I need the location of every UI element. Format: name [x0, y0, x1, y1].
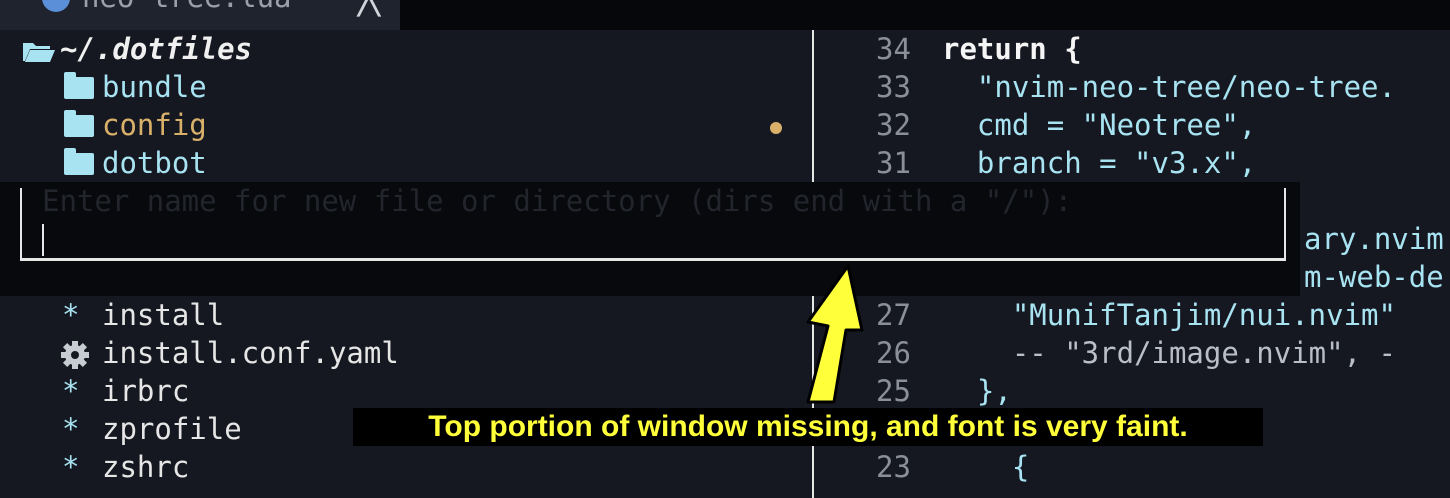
tree-file-label: install.conf.yaml [102, 336, 399, 370]
line-number: 26 [876, 336, 911, 370]
tab-bar: neo-tree.lua ╳ [0, 0, 1450, 30]
code-line: "nvim-neo-tree/neo-tree. [942, 70, 1396, 104]
code-line: branch = "v3.x", [942, 146, 1257, 180]
tree-dir-label: dotbot [102, 146, 207, 180]
tree-file-install[interactable]: * install [0, 296, 800, 334]
tab-neo-tree-lua[interactable]: neo-tree.lua ╳ [0, 0, 400, 30]
code-line: }, [942, 374, 1012, 408]
code-line: return { [942, 32, 1082, 66]
line-number: 25 [876, 374, 911, 408]
code-line: { [942, 450, 1030, 484]
line-number: 32 [876, 108, 911, 142]
lua-file-icon [42, 0, 70, 12]
file-star-icon: * [62, 412, 80, 446]
tree-file-zshrc[interactable]: * zshrc [0, 448, 800, 486]
tree-root-row[interactable]: ~/.dotfiles [0, 30, 800, 68]
file-star-icon: * [62, 298, 80, 332]
tree-file-label: install [102, 298, 225, 332]
new-file-popup: Enter name for new file or directory (di… [0, 182, 1300, 296]
tree-dir-dotbot[interactable]: dotbot [0, 144, 800, 182]
line-number: 31 [876, 146, 911, 180]
text-cursor [42, 224, 44, 256]
tree-file-irbrc[interactable]: * irbrc [0, 372, 800, 410]
tree-file-install-conf[interactable]: install.conf.yaml [0, 334, 800, 372]
line-number: 34 [876, 32, 911, 66]
code-line: -- "3rd/image.nvim", - [942, 336, 1396, 370]
folder-icon [64, 72, 94, 99]
tree-root-label: ~/.dotfiles [60, 32, 253, 66]
line-number: 27 [876, 298, 911, 332]
code-line: m-web-de [1304, 260, 1444, 294]
line-number: 23 [876, 450, 911, 484]
new-file-name-input[interactable] [20, 188, 1286, 261]
git-modified-indicator [770, 122, 782, 134]
code-line: cmd = "Neotree", [942, 108, 1257, 142]
tree-file-label: zprofile [102, 412, 242, 446]
tree-dir-config[interactable]: config [0, 106, 800, 144]
code-line: ary.nvim [1304, 222, 1444, 256]
file-star-icon: * [62, 450, 80, 484]
folder-icon [64, 148, 94, 175]
tree-dir-bundle[interactable]: bundle [0, 68, 800, 106]
code-line: "MunifTanjim/nui.nvim" [942, 298, 1396, 332]
tree-file-label: irbrc [102, 374, 190, 408]
annotation-label: Top portion of window missing, and font … [353, 408, 1263, 446]
folder-open-icon [23, 43, 55, 62]
file-star-icon: * [62, 374, 80, 408]
tab-label: neo-tree.lua [82, 0, 292, 16]
tree-dir-label: bundle [102, 70, 207, 104]
gear-icon [61, 341, 89, 369]
folder-icon [64, 110, 94, 137]
line-number: 33 [876, 70, 911, 104]
tree-file-label: zshrc [102, 450, 190, 484]
tree-dir-label: config [102, 108, 207, 142]
close-icon[interactable]: ╳ [358, 0, 380, 16]
